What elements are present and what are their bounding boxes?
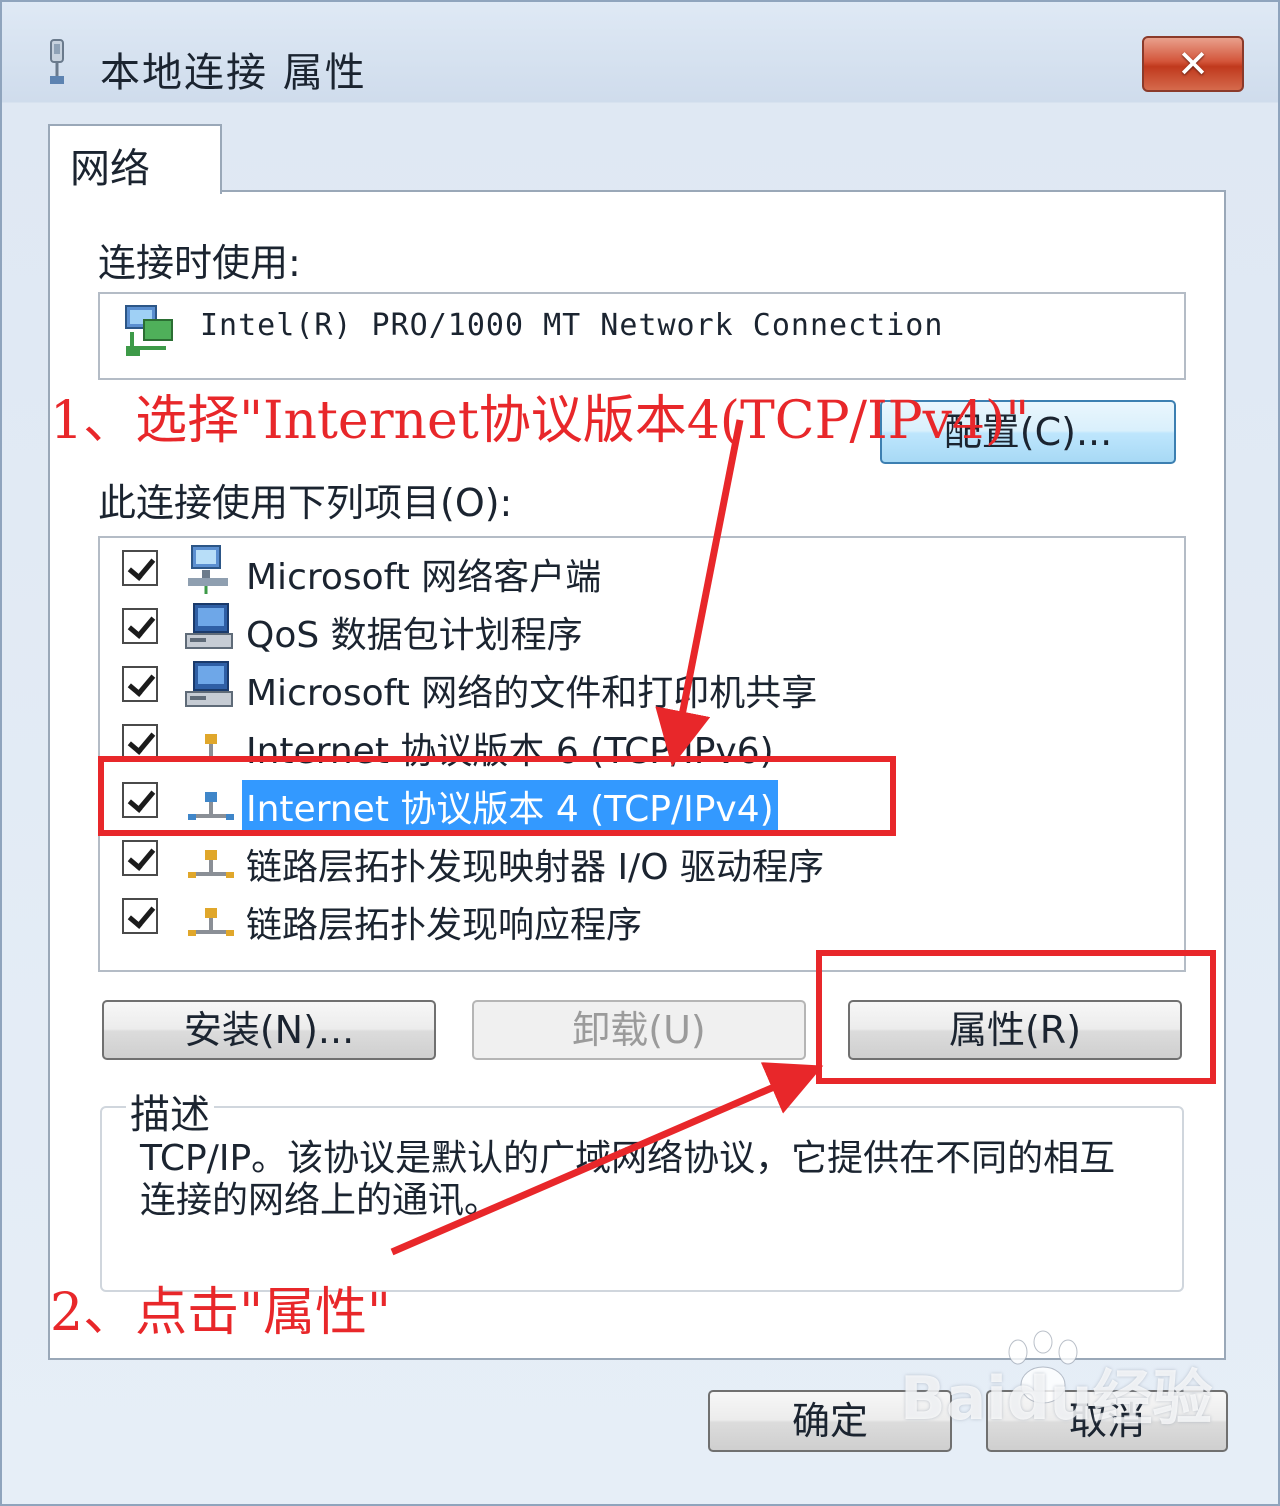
list-item[interactable]: Microsoft 网络客户端 bbox=[122, 544, 922, 598]
list-item[interactable]: 链路层拓扑发现映射器 I/O 驱动程序 bbox=[122, 834, 922, 888]
highlight-ipv4-box bbox=[98, 756, 896, 836]
list-item[interactable]: Microsoft 网络的文件和打印机共享 bbox=[122, 660, 922, 714]
item-label: QoS 数据包计划程序 bbox=[246, 615, 583, 656]
description-text: TCP/IP。该协议是默认的广域网络协议，它提供在不同的相互连接的网络上的通讯。 bbox=[140, 1138, 1116, 1221]
protocol-icon bbox=[188, 850, 234, 878]
annotation-step2: 2、点击"属性" bbox=[50, 1283, 391, 1343]
checkbox[interactable] bbox=[122, 898, 158, 934]
item-label: Microsoft 网络客户端 bbox=[246, 557, 602, 598]
item-label: 链路层拓扑发现响应程序 bbox=[246, 905, 643, 946]
checkbox[interactable] bbox=[122, 840, 158, 876]
annotation-step1: 1、选择"Internet协议版本4(TCP/IPv4)" bbox=[50, 391, 1030, 451]
close-button[interactable]: ✕ bbox=[1142, 36, 1244, 92]
checkbox[interactable] bbox=[122, 724, 158, 760]
network-adapter-icon bbox=[125, 305, 173, 356]
list-item[interactable]: QoS 数据包计划程序 bbox=[122, 602, 922, 656]
list-item[interactable]: 链路层拓扑发现响应程序 bbox=[122, 892, 922, 946]
close-icon: ✕ bbox=[1177, 42, 1209, 86]
install-button[interactable]: 安装(N)... bbox=[102, 1000, 436, 1060]
highlight-properties-box bbox=[816, 950, 1216, 1084]
computer-service-icon bbox=[185, 603, 233, 649]
network-connection-icon bbox=[50, 39, 64, 84]
protocol-icon bbox=[188, 908, 234, 936]
checkbox[interactable] bbox=[122, 666, 158, 702]
checkbox[interactable] bbox=[122, 608, 158, 644]
description-title: 描述 bbox=[126, 1082, 214, 1140]
tab-network-label: 网络 bbox=[70, 146, 150, 192]
title-bar: 本地连接 属性 ✕ bbox=[2, 2, 1278, 102]
connect-using-label: 连接时使用: bbox=[98, 241, 301, 285]
watermark: Baidu经验 bbox=[900, 1364, 1213, 1434]
window-title: 本地连接 属性 bbox=[100, 50, 367, 96]
checkbox[interactable] bbox=[122, 550, 158, 586]
item-label: 链路层拓扑发现映射器 I/O 驱动程序 bbox=[246, 847, 824, 888]
uninstall-button[interactable]: 卸载(U) bbox=[472, 1000, 806, 1060]
network-client-icon bbox=[188, 545, 228, 594]
tab-network[interactable]: 网络 bbox=[48, 124, 222, 194]
adapter-name: Intel(R) PRO/1000 MT Network Connection bbox=[200, 308, 944, 343]
item-label: Microsoft 网络的文件和打印机共享 bbox=[246, 673, 818, 714]
computer-service-icon bbox=[185, 661, 233, 707]
items-label: 此连接使用下列项目(O): bbox=[98, 481, 513, 525]
